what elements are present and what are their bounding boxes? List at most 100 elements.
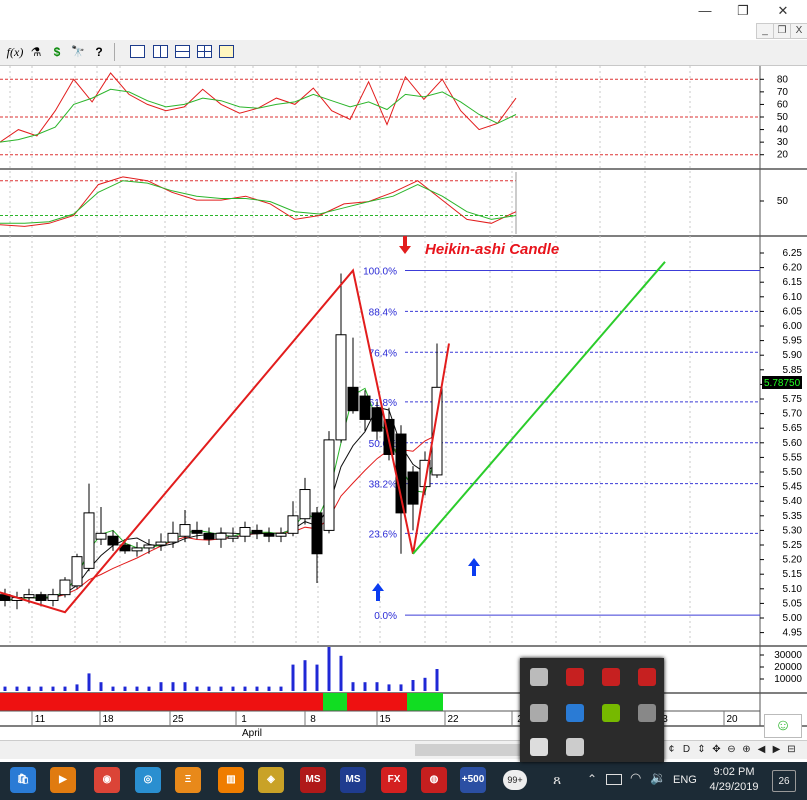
taskbar-app-app-ms[interactable]: MS xyxy=(300,767,326,793)
help-icon[interactable]: ? xyxy=(92,43,106,61)
taskbar-app-fxpro[interactable]: FX xyxy=(381,767,407,793)
tray-cloud-icon[interactable] xyxy=(638,704,656,722)
time-axis-label: 22 xyxy=(447,714,459,725)
mdi-close-button[interactable]: X xyxy=(790,23,807,39)
candle-body xyxy=(239,526,251,537)
volume-bar xyxy=(183,682,187,691)
window-cascade-icon[interactable] xyxy=(130,45,145,58)
taskbar-app-app-ms2[interactable]: MS xyxy=(340,767,366,793)
tray-nvidia-icon[interactable] xyxy=(602,704,620,722)
tray-ms-red3-icon[interactable] xyxy=(638,668,656,686)
chart-nav-button[interactable]: ⊖ xyxy=(725,742,738,758)
taskbar-app-app-blue[interactable]: ◎ xyxy=(135,767,161,793)
indicator-icon[interactable]: ⚗ xyxy=(28,43,44,61)
tray-shield-icon[interactable] xyxy=(530,738,548,756)
notification-count-badge[interactable]: 99+ xyxy=(503,770,527,790)
candle-body xyxy=(155,541,167,546)
trend-segment xyxy=(155,693,167,711)
chevron-up-icon[interactable]: ⌃ xyxy=(587,772,597,786)
volume-icon[interactable]: 🔉 xyxy=(650,770,666,786)
taskbar-app-store[interactable]: 🛍 xyxy=(10,767,36,793)
price-axis-label: 6.20 xyxy=(783,263,803,274)
language-indicator[interactable]: ENG xyxy=(673,774,697,786)
price-axis-label: 5.70 xyxy=(783,409,803,420)
chart-nav-button[interactable]: ▶ xyxy=(770,742,783,758)
volume-bar xyxy=(15,686,19,691)
taskbar-app-app-500[interactable]: +500 xyxy=(460,767,486,793)
arrange-icon[interactable] xyxy=(219,45,234,58)
tray-ms-red-icon[interactable] xyxy=(566,668,584,686)
horizontal-scrollbar[interactable]: ¢ D ⇕ ✥ ⊖ ⊕ ◀ ▶ ⊟ xyxy=(0,740,807,759)
function-icon[interactable]: f(x) xyxy=(6,43,24,61)
chart-nav-button[interactable]: ¢ xyxy=(665,742,678,758)
time-axis-label: 18 xyxy=(102,714,114,725)
dollar-icon[interactable]: $ xyxy=(50,43,64,61)
time-axis-label: 25 xyxy=(172,714,184,725)
binoculars-icon[interactable]: 🔭 xyxy=(70,43,86,61)
chart-nav-button[interactable]: ⊟ xyxy=(785,742,798,758)
last-price-tag: 5.78750 xyxy=(762,376,802,389)
volume-bar xyxy=(135,686,139,691)
tray-globe-icon[interactable] xyxy=(566,704,584,722)
heikin-ashi-annotation: Heikin-ashi Candle xyxy=(425,241,559,258)
tray-c-logo-icon[interactable] xyxy=(566,738,584,756)
trend-segment xyxy=(263,693,275,711)
people-icon[interactable]: ጸ xyxy=(553,771,561,788)
wifi-icon[interactable]: ◠ xyxy=(630,770,641,786)
mdi-bar: _ ❐ X xyxy=(0,22,807,40)
tray-ms-red2-icon[interactable] xyxy=(602,668,620,686)
taskbar-app-app-orange[interactable]: Ξ xyxy=(175,767,201,793)
chart-nav-button[interactable]: ✥ xyxy=(710,742,723,758)
candle-body xyxy=(167,532,179,543)
stoch-axis-label: 50 xyxy=(777,112,789,123)
candle-body xyxy=(311,512,323,555)
mdi-restore-button[interactable]: ❐ xyxy=(773,23,791,39)
volume-bar xyxy=(75,684,79,691)
taskbar-app-app-5[interactable]: ◈ xyxy=(258,767,284,793)
trend-segment xyxy=(131,693,143,711)
chart-nav-button[interactable]: D xyxy=(680,742,693,758)
tile-vertical-icon[interactable] xyxy=(153,45,168,58)
chart-nav-button[interactable]: ⊕ xyxy=(740,742,753,758)
taskbar-app-app-red[interactable]: ◍ xyxy=(421,767,447,793)
mdi-minimize-button[interactable]: _ xyxy=(756,23,774,39)
tray-diamond-icon[interactable] xyxy=(530,704,548,722)
price-axis-label: 6.05 xyxy=(783,306,803,317)
trend-segment xyxy=(119,693,131,711)
tray-bracket-icon[interactable] xyxy=(530,668,548,686)
clock-date[interactable]: 4/29/2019 xyxy=(704,781,764,793)
time-axis-label: 11 xyxy=(35,714,46,725)
chart-nav-button[interactable]: ◀ xyxy=(755,742,768,758)
smiley-icon[interactable]: ☺ xyxy=(764,714,802,738)
trend-segment xyxy=(287,693,299,711)
taskbar-app-app-chart[interactable]: ▥ xyxy=(218,767,244,793)
scroll-thumb[interactable] xyxy=(415,744,525,756)
candle-body xyxy=(203,532,215,540)
tile-horizontal-icon[interactable] xyxy=(175,45,190,58)
candle-body xyxy=(251,529,263,534)
trend-segment xyxy=(11,693,23,711)
candle-body xyxy=(179,524,191,537)
maximize-button[interactable]: ❐ xyxy=(728,2,758,20)
close-button[interactable]: ✕ xyxy=(768,2,798,20)
price-axis-label: 6.00 xyxy=(783,321,803,332)
clock-time[interactable]: 9:02 PM xyxy=(704,766,764,778)
chart-nav-button[interactable]: ⇕ xyxy=(695,742,708,758)
price-axis-label: 5.60 xyxy=(783,438,803,449)
trend-segment xyxy=(71,693,83,711)
trend-segment xyxy=(167,693,179,711)
candle-body xyxy=(263,532,275,537)
chart-area[interactable]: 100.0% 88.4% 76.4% 61.8% 50.0% 38.2% 23.6% 0.0%… xyxy=(0,66,807,740)
taskbar-app-media[interactable]: ▶ xyxy=(50,767,76,793)
notification-center-button[interactable]: 26 xyxy=(772,770,796,792)
price-axis-label: 5.20 xyxy=(783,555,803,566)
minimize-button[interactable]: — xyxy=(690,2,720,20)
price-axis-label: 5.05 xyxy=(783,598,803,609)
trend-segment xyxy=(227,693,239,711)
battery-icon[interactable] xyxy=(606,774,622,785)
candle-body xyxy=(47,594,59,601)
volume-bar xyxy=(363,682,367,691)
tile-grid-icon[interactable] xyxy=(197,45,212,58)
volume-bar xyxy=(435,669,439,691)
taskbar-app-chrome[interactable]: ◉ xyxy=(94,767,120,793)
